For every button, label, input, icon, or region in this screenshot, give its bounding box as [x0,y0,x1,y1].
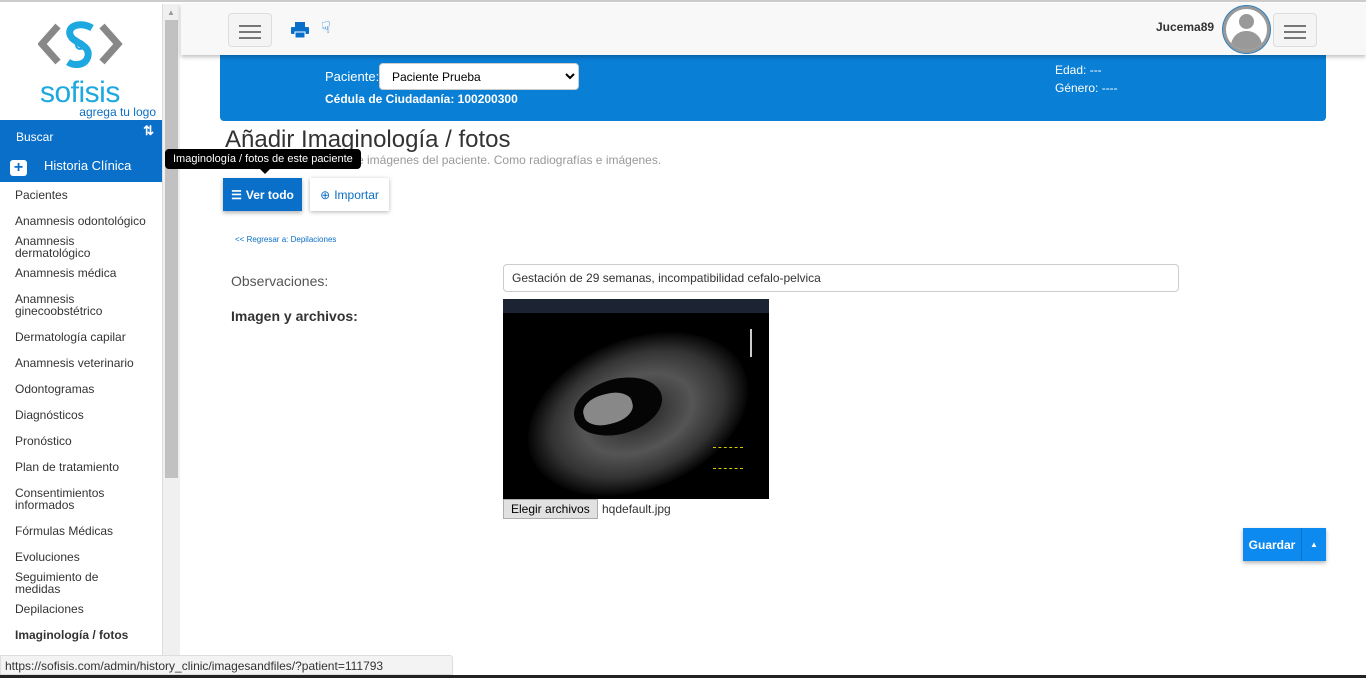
import-label: Importar [334,187,379,202]
sidebar-item[interactable]: Seguimiento de medidas [0,570,162,596]
avatar[interactable] [1223,6,1270,53]
sidebar-item[interactable]: Anamnesis odontológico [0,208,162,234]
ultrasound-image [503,299,769,499]
files-label: Imagen y archivos: [231,308,358,324]
patient-age: Edad: --- [1055,63,1102,77]
sidebar: sofisis agrega tu logo Buscar ⇅ + Histor… [0,4,163,678]
sidebar-item[interactable]: Fórmulas Médicas [0,518,162,544]
upload-icon: ⊕ [320,187,331,202]
sidebar-item[interactable]: Anamnesis médica [0,260,162,286]
logo-icon [38,21,123,68]
choose-files-button[interactable]: Elegir archivos [503,499,598,519]
tooltip: Imaginología / fotos de este paciente [165,149,361,174]
print-icon[interactable] [291,22,309,38]
observations-input[interactable] [503,264,1179,292]
thumbs-down-icon[interactable]: ☟ [321,18,331,38]
logo[interactable]: sofisis agrega tu logo [0,4,162,120]
top-navbar: ☟ Jucema89 [181,4,1366,55]
sidebar-item[interactable]: Depilaciones [0,596,162,622]
page-subtitle: e imágenes del paciente. Como radiografí… [357,153,662,167]
sidebar-item[interactable]: Dermatología capilar [0,324,162,350]
patient-banner: Paciente: Paciente Prueba Cédula de Ciud… [220,55,1326,121]
sidebar-item[interactable]: Anamnesis veterinario [0,350,162,376]
import-button[interactable]: ⊕ Importar [310,178,389,211]
patient-label: Paciente: [325,69,380,84]
save-button[interactable]: Guardar [1243,528,1302,561]
sort-icon[interactable]: ⇅ [143,123,154,139]
sidebar-item[interactable]: Odontogramas [0,376,162,402]
observations-label: Observaciones: [231,273,329,289]
sidebar-item[interactable]: Consentimientos informados [0,480,162,518]
sidebar-item[interactable]: Anamnesis ginecoobstétrico [0,286,162,324]
list-icon: ☰ [231,187,242,202]
file-name: hqdefault.jpg [602,502,671,516]
search-label: Buscar [16,130,54,144]
save-button-group: Guardar ▲ [1243,528,1326,561]
back-link[interactable]: << Regresar a: Depilaciones [235,235,336,244]
patient-id: Cédula de Ciudadanía: 100200300 [325,92,518,106]
view-all-label: Ver todo [245,187,294,202]
sidebar-item[interactable]: Pacientes [0,182,162,208]
sidebar-item[interactable]: Anamnesis dermatológico [0,234,162,260]
sidebar-item[interactable]: Plan de tratamiento [0,454,162,480]
sidebar-item[interactable]: Diagnósticos [0,402,162,428]
username[interactable]: Jucema89 [1156,20,1214,34]
view-all-button[interactable]: ☰ Ver todo [223,178,302,211]
caret-up-icon: ▲ [1310,540,1318,549]
status-bar-url: https://sofisis.com/admin/history_clinic… [0,655,453,675]
scrollbar[interactable]: ▲ [163,4,180,678]
section-label: Historia Clínica [44,158,132,173]
sidebar-toggle-button[interactable] [228,13,272,47]
sidebar-section-historia-clinica[interactable]: + Historia Clínica [0,150,162,182]
add-logo-link[interactable]: agrega tu logo [79,105,156,119]
sidebar-search[interactable]: Buscar ⇅ [0,120,162,150]
plus-icon: + [10,160,27,176]
scrollbar-thumb[interactable] [165,20,178,478]
patient-gender: Género: ---- [1055,81,1118,95]
sidebar-item[interactable]: Imaginología / fotos [0,622,162,648]
patient-select[interactable]: Paciente Prueba [379,63,579,90]
sidebar-item[interactable]: Pronóstico [0,428,162,454]
sidebar-item[interactable]: Evoluciones [0,544,162,570]
save-dropdown-toggle[interactable]: ▲ [1302,528,1326,561]
menu-button[interactable] [1273,13,1317,47]
scroll-up-icon[interactable]: ▲ [167,8,175,17]
